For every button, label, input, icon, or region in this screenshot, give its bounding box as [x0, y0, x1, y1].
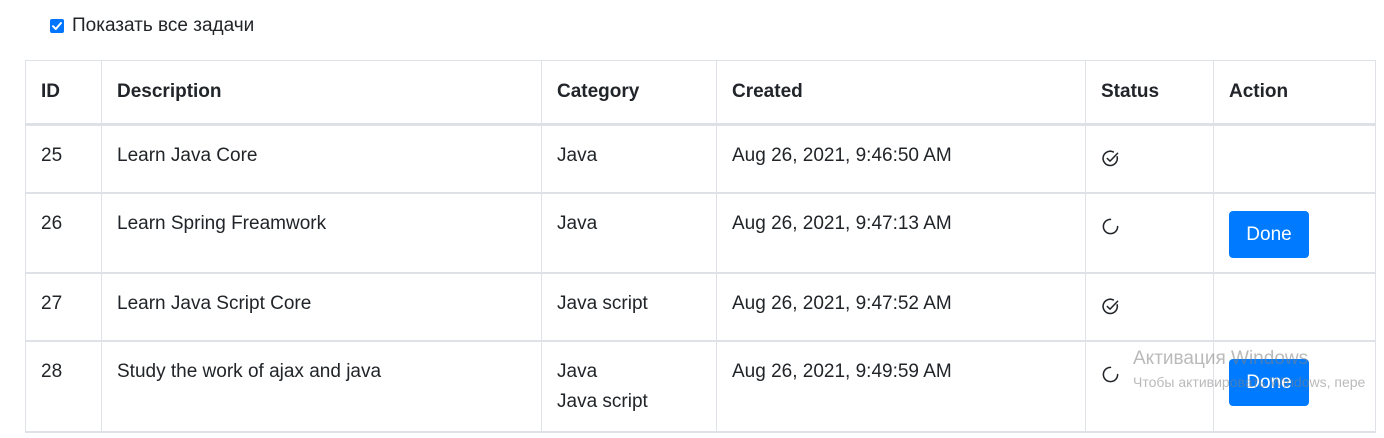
cell-status — [1085, 124, 1214, 194]
cell-id: 25 — [25, 124, 102, 194]
cell-status — [1085, 272, 1214, 342]
checkmark-icon — [52, 22, 62, 30]
category-label: Java script — [557, 391, 648, 412]
cell-action — [1213, 272, 1376, 342]
done-button[interactable]: Done — [1229, 359, 1309, 406]
cell-description: Learn Java Core — [101, 124, 542, 194]
cell-status — [1085, 192, 1214, 274]
loading-circle-icon — [1102, 218, 1119, 235]
cell-created: Aug 26, 2021, 9:46:50 AM — [716, 124, 1086, 194]
table-row: 28 Study the work of ajax and java Java … — [25, 340, 1376, 433]
show-all-label: Показать все задачи — [72, 15, 255, 36]
cell-category: Java — [541, 192, 717, 274]
tasks-table: ID Description Category Created Status A… — [25, 60, 1376, 433]
cell-action: Done — [1213, 340, 1376, 433]
table-row: 25 Learn Java Core Java Aug 26, 2021, 9:… — [25, 124, 1376, 194]
show-all-checkbox[interactable] — [50, 19, 64, 33]
check-circle-icon — [1102, 298, 1119, 315]
table-row: 26 Learn Spring Freamwork Java Aug 26, 2… — [25, 192, 1376, 274]
cell-category: Java Java script — [541, 340, 717, 433]
done-button[interactable]: Done — [1229, 211, 1309, 258]
show-all-tasks-filter[interactable]: Показать все задачи — [50, 14, 254, 38]
category-label: Java — [557, 145, 598, 166]
category-label: Java — [557, 361, 598, 382]
column-header-description: Description — [101, 60, 542, 126]
column-header-action: Action — [1213, 60, 1376, 126]
cell-status — [1085, 340, 1214, 433]
cell-created: Aug 26, 2021, 9:47:13 AM — [716, 192, 1086, 274]
table-row: 27 Learn Java Script Core Java script Au… — [25, 272, 1376, 342]
cell-id: 27 — [25, 272, 102, 342]
cell-action — [1213, 124, 1376, 194]
column-header-category: Category — [541, 60, 717, 126]
cell-created: Aug 26, 2021, 9:49:59 AM — [716, 340, 1086, 433]
cell-action: Done — [1213, 192, 1376, 274]
cell-id: 26 — [25, 192, 102, 274]
cell-description: Study the work of ajax and java — [101, 340, 542, 433]
column-header-created: Created — [716, 60, 1086, 126]
category-label: Java script — [557, 293, 648, 314]
column-header-id: ID — [25, 60, 102, 126]
column-header-status: Status — [1085, 60, 1214, 126]
cell-created: Aug 26, 2021, 9:47:52 AM — [716, 272, 1086, 342]
category-label: Java — [557, 213, 598, 234]
cell-category: Java script — [541, 272, 717, 342]
check-circle-icon — [1102, 150, 1119, 167]
table-header-row: ID Description Category Created Status A… — [25, 60, 1376, 126]
cell-description: Learn Java Script Core — [101, 272, 542, 342]
loading-circle-icon — [1102, 366, 1119, 383]
cell-id: 28 — [25, 340, 102, 433]
cell-category: Java — [541, 124, 717, 194]
cell-description: Learn Spring Freamwork — [101, 192, 542, 274]
